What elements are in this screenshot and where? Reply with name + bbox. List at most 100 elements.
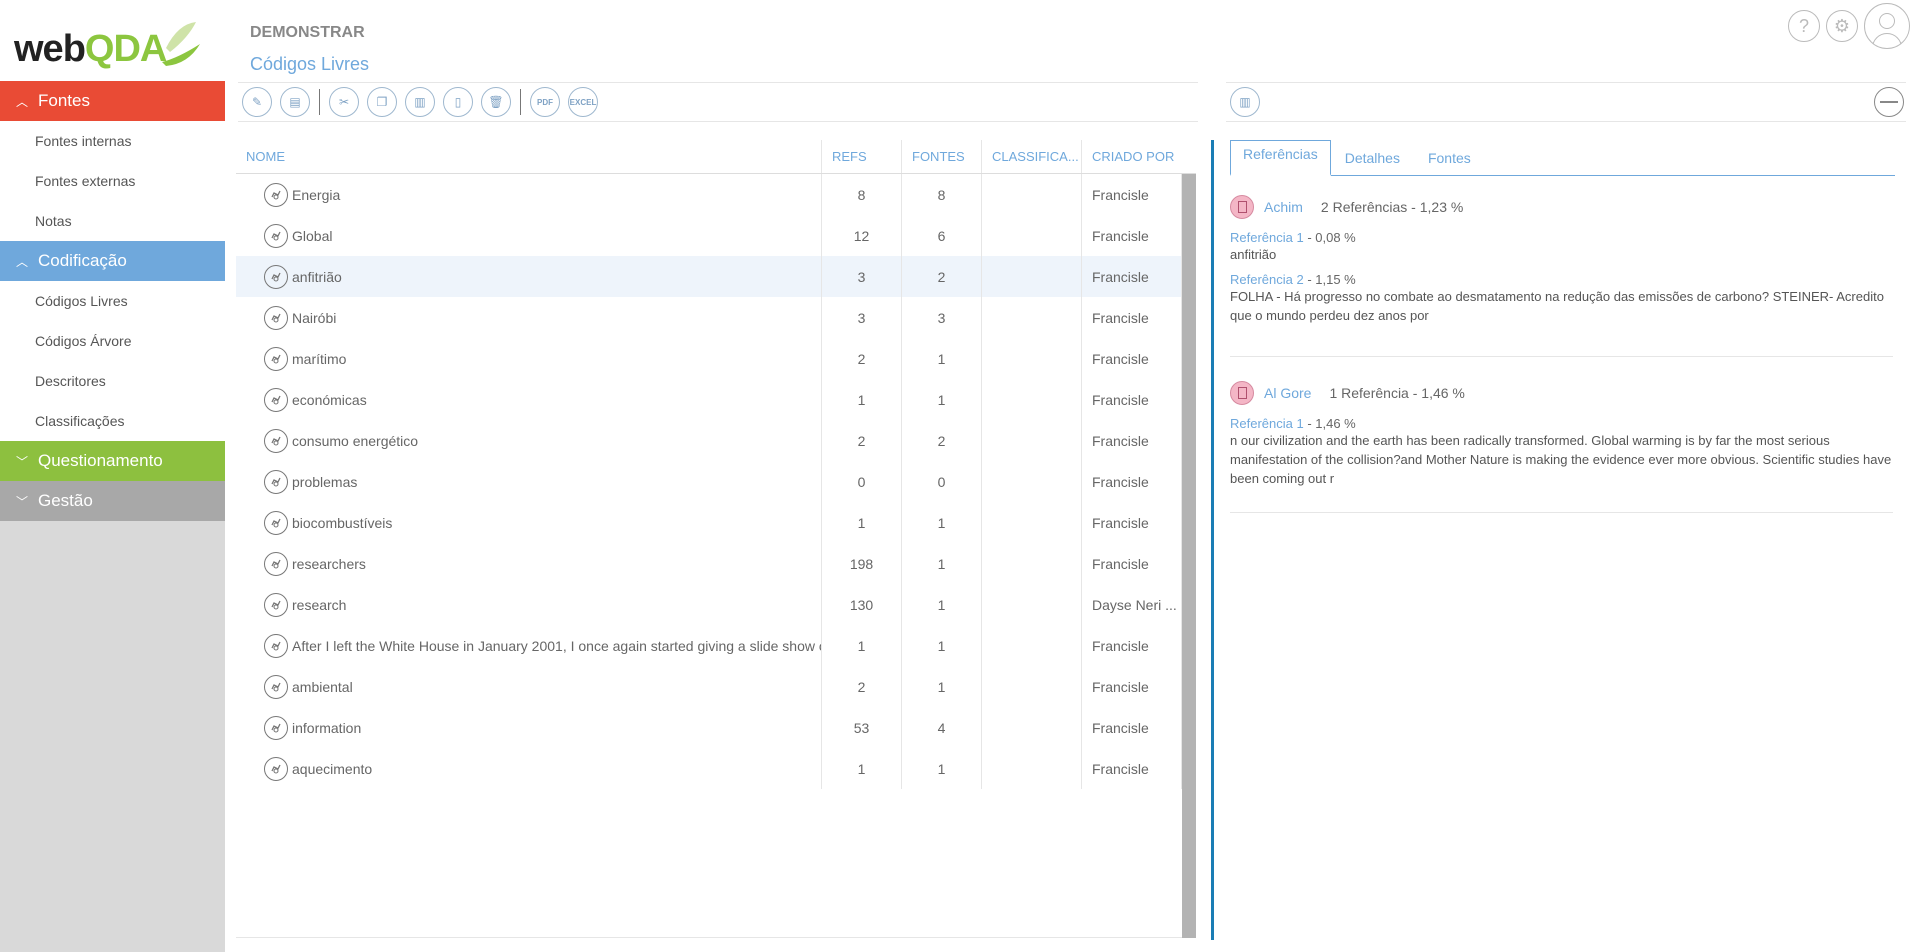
table-row[interactable]: problemas 0 0 Francisle — [236, 461, 1182, 502]
code-icon — [264, 469, 288, 494]
cell-refs: 12 — [822, 215, 902, 256]
code-icon — [264, 592, 288, 617]
table-row[interactable]: Global 12 6 Francisle — [236, 215, 1182, 256]
source-block: Al Gore 1 Referência - 1,46 % Referência… — [1230, 378, 1893, 513]
nav-section-fontes[interactable]: ︿ Fontes — [0, 81, 225, 121]
nav-item-codigos-livres[interactable]: Códigos Livres — [0, 281, 225, 321]
barcode-icon[interactable]: ▥ — [1230, 87, 1260, 117]
code-icon — [264, 633, 288, 658]
code-name: problemas — [292, 473, 358, 490]
trash-icon[interactable]: 🗑 — [481, 87, 511, 117]
cell-refs: 1 — [822, 748, 902, 789]
cut-icon[interactable]: ✂ — [329, 87, 359, 117]
cell-classificacao — [982, 584, 1082, 625]
tab-fontes[interactable]: Fontes — [1414, 140, 1485, 175]
toolbar-divider — [520, 89, 521, 115]
cell-nome: Global — [236, 215, 822, 256]
source-name[interactable]: Achim — [1264, 199, 1303, 215]
nav-section-codificacao[interactable]: ︿ Codificação — [0, 241, 225, 281]
cell-nome: consumo energético — [236, 420, 822, 461]
cell-criado-por: Francisle — [1082, 543, 1182, 584]
cell-nome: biocombustíveis — [236, 502, 822, 543]
table-row[interactable]: research 130 1 Dayse Neri ... — [236, 584, 1182, 625]
collapse-button[interactable] — [1874, 87, 1904, 117]
help-icon[interactable]: ? — [1788, 10, 1820, 42]
nav-section-gestao[interactable]: ﹀ Gestão — [0, 481, 225, 521]
cell-refs: 130 — [822, 584, 902, 625]
nav-item-fontes-externas[interactable]: Fontes externas — [0, 161, 225, 201]
table-row[interactable]: Energia 8 8 Francisle — [236, 174, 1182, 215]
reference-label[interactable]: Referência 1 - 0,08 % — [1230, 230, 1893, 245]
cell-nome: aquecimento — [236, 748, 822, 789]
nav-section-questionamento[interactable]: ﹀ Questionamento — [0, 441, 225, 481]
code-name: aquecimento — [292, 760, 373, 777]
cell-nome: económicas — [236, 379, 822, 420]
table-row[interactable]: económicas 1 1 Francisle — [236, 379, 1182, 420]
table-row[interactable]: researchers 198 1 Francisle — [236, 543, 1182, 584]
reference-text: anfitrião — [1230, 247, 1277, 262]
table-row[interactable]: After I left the White House in January … — [236, 625, 1182, 666]
avatar[interactable] — [1864, 3, 1910, 49]
top-icons: ? ⚙ — [1788, 0, 1920, 52]
logo-qda: QDA — [84, 28, 167, 70]
paste-icon[interactable]: ▥ — [405, 87, 435, 117]
reference-label[interactable]: Referência 1 - 1,46 % — [1230, 416, 1893, 431]
edit-icon[interactable]: ✎ — [242, 87, 272, 117]
settings-icon[interactable]: ⚙ — [1826, 10, 1858, 42]
nav-item-codigos-arvore[interactable]: Códigos Árvore — [0, 321, 225, 361]
pdf-export-button[interactable]: PDF — [530, 87, 560, 117]
column-header-refs[interactable]: REFS — [822, 140, 902, 173]
code-name: económicas — [292, 391, 367, 408]
nav-item-fontes-internas[interactable]: Fontes internas — [0, 121, 225, 161]
reference-label[interactable]: Referência 2 - 1,15 % — [1230, 272, 1893, 287]
column-header-fontes[interactable]: FONTES — [902, 140, 982, 173]
copy-icon[interactable]: ❐ — [367, 87, 397, 117]
cell-classificacao — [982, 748, 1082, 789]
new-document-icon[interactable]: ▯ — [443, 87, 473, 117]
excel-export-button[interactable]: EXCEL — [568, 87, 598, 117]
cell-fontes: 1 — [902, 379, 982, 420]
table-row[interactable]: Nairóbi 3 3 Francisle — [236, 297, 1182, 338]
column-header-nome[interactable]: NOME — [236, 140, 822, 173]
nav-section-label: Gestão — [38, 491, 93, 510]
toolbar-divider — [319, 89, 320, 115]
table-row[interactable]: ambiental 2 1 Francisle — [236, 666, 1182, 707]
nav-item-descritores[interactable]: Descritores — [0, 361, 225, 401]
cell-classificacao — [982, 379, 1082, 420]
panel-divider[interactable] — [1211, 140, 1214, 940]
panel-tabs: Referências Detalhes Fontes — [1230, 140, 1895, 176]
code-name: Nairóbi — [292, 309, 337, 326]
scrollbar[interactable] — [1182, 174, 1196, 938]
reference-text: FOLHA - Há progresso no combate ao desma… — [1230, 289, 1884, 323]
table-row[interactable]: anfitrião 3 2 Francisle — [236, 256, 1182, 297]
chevron-down-icon: ﹀ — [15, 494, 28, 509]
column-header-criado-por[interactable]: CRIADO POR — [1082, 140, 1182, 173]
code-icon — [264, 715, 288, 740]
tab-detalhes[interactable]: Detalhes — [1331, 140, 1414, 175]
cell-fontes: 4 — [902, 707, 982, 748]
document-icon — [1230, 195, 1254, 219]
table-row[interactable]: information 53 4 Francisle — [236, 707, 1182, 748]
minus-icon — [1880, 101, 1898, 103]
source-name[interactable]: Al Gore — [1264, 385, 1311, 401]
table-row[interactable]: consumo energético 2 2 Francisle — [236, 420, 1182, 461]
clipboard-icon[interactable]: ▤ — [280, 87, 310, 117]
table-row[interactable]: biocombustíveis 1 1 Francisle — [236, 502, 1182, 543]
chevron-up-icon: ︿ — [15, 94, 28, 109]
code-icon — [264, 510, 288, 535]
cell-refs: 53 — [822, 707, 902, 748]
table-row[interactable]: marítimo 2 1 Francisle — [236, 338, 1182, 379]
cell-fontes: 2 — [902, 256, 982, 297]
column-header-classificacao[interactable]: CLASSIFICA... — [982, 140, 1082, 173]
tab-referencias[interactable]: Referências — [1230, 140, 1331, 176]
code-icon — [264, 674, 288, 699]
cell-nome: research — [236, 584, 822, 625]
cell-refs: 3 — [822, 297, 902, 338]
nav-item-notas[interactable]: Notas — [0, 201, 225, 241]
nav-item-classificacoes[interactable]: Classificações — [0, 401, 225, 441]
table-row[interactable]: aquecimento 1 1 Francisle — [236, 748, 1182, 789]
cell-criado-por: Francisle — [1082, 707, 1182, 748]
cell-fontes: 1 — [902, 625, 982, 666]
project-title: DEMONSTRAR — [250, 24, 365, 41]
cell-fontes: 0 — [902, 461, 982, 502]
